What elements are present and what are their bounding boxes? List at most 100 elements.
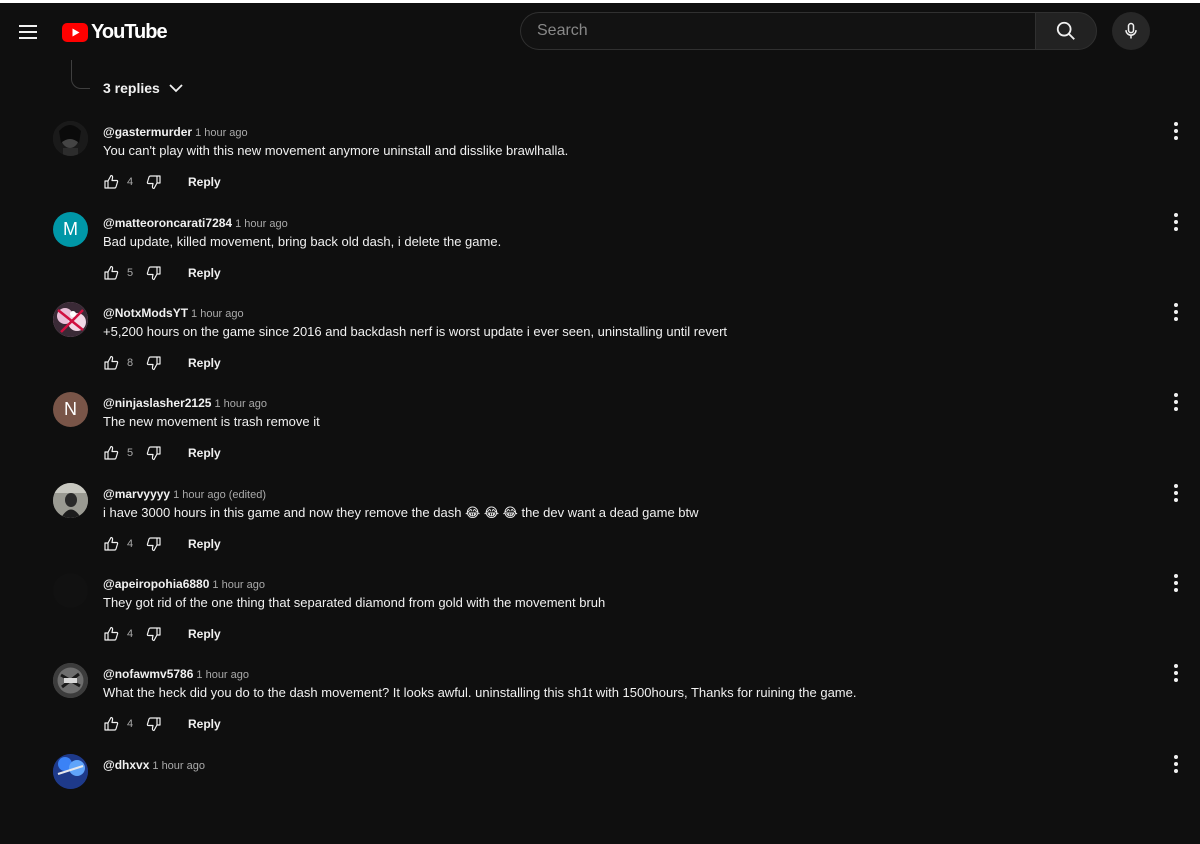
author-name[interactable]: @gastermurder xyxy=(103,125,192,139)
show-replies-button[interactable]: 3 replies xyxy=(103,80,184,96)
comment-header: @gastermurder 1 hour ago xyxy=(103,123,248,141)
like-button[interactable] xyxy=(103,174,119,190)
like-button[interactable] xyxy=(103,716,119,732)
comment-time[interactable]: 1 hour ago xyxy=(214,398,267,410)
reply-button[interactable]: Reply xyxy=(188,537,221,551)
reply-button[interactable]: Reply xyxy=(188,356,221,370)
more-vertical-icon xyxy=(1174,664,1178,682)
avatar[interactable] xyxy=(53,754,88,789)
author-name[interactable]: @marvyyyy xyxy=(103,487,170,501)
voice-search-button[interactable] xyxy=(1112,12,1150,50)
more-actions-button[interactable] xyxy=(1166,212,1186,232)
comment-header: @dhxvx 1 hour ago xyxy=(103,756,205,774)
more-vertical-icon xyxy=(1174,755,1178,773)
like-button[interactable] xyxy=(103,626,119,642)
avatar-image xyxy=(53,121,88,156)
thumbs-up-icon xyxy=(104,626,119,641)
like-count: 4 xyxy=(127,628,134,640)
dislike-button[interactable] xyxy=(146,536,162,552)
more-vertical-icon xyxy=(1174,574,1178,592)
reply-button[interactable]: Reply xyxy=(188,717,221,731)
avatar[interactable] xyxy=(53,302,88,337)
dislike-button[interactable] xyxy=(146,445,162,461)
author-name[interactable]: @apeiropohia6880 xyxy=(103,577,209,591)
thumbs-up-icon xyxy=(104,716,119,731)
avatar[interactable] xyxy=(53,483,88,518)
youtube-logo[interactable]: YouTube xyxy=(62,21,168,43)
microphone-icon xyxy=(1125,22,1137,39)
thumbs-down-icon xyxy=(146,446,161,461)
reply-button[interactable]: Reply xyxy=(188,266,221,280)
avatar[interactable] xyxy=(53,663,88,698)
like-button[interactable] xyxy=(103,536,119,552)
thumbs-down-icon xyxy=(146,175,161,190)
thumbs-up-icon xyxy=(104,445,119,460)
avatar[interactable] xyxy=(53,121,88,156)
comment-text: What the heck did you do to the dash mov… xyxy=(103,685,857,700)
more-actions-button[interactable] xyxy=(1166,483,1186,503)
like-button[interactable] xyxy=(103,445,119,461)
reply-button[interactable]: Reply xyxy=(188,446,221,460)
comment-text: They got rid of the one thing that separ… xyxy=(103,595,606,610)
more-vertical-icon xyxy=(1174,122,1178,140)
search-button[interactable] xyxy=(1035,12,1097,50)
more-actions-button[interactable] xyxy=(1166,302,1186,322)
more-actions-button[interactable] xyxy=(1166,573,1186,593)
reply-button[interactable]: Reply xyxy=(188,627,221,641)
more-actions-button[interactable] xyxy=(1166,663,1186,683)
more-actions-button[interactable] xyxy=(1166,754,1186,774)
comment-header: @ninjaslasher2125 1 hour ago xyxy=(103,394,267,412)
comment-text: You can't play with this new movement an… xyxy=(103,143,569,158)
comment: @apeiropohia6880 1 hour ago They got rid … xyxy=(0,573,1200,663)
author-name[interactable]: @nofawmv5786 xyxy=(103,667,193,681)
dislike-button[interactable] xyxy=(146,174,162,190)
thumbs-up-icon xyxy=(104,536,119,551)
comment-time[interactable]: 1 hour ago xyxy=(173,489,226,501)
author-name[interactable]: @NotxModsYT xyxy=(103,306,188,320)
hamburger-menu-icon[interactable] xyxy=(16,20,40,44)
comment-time[interactable]: 1 hour ago xyxy=(235,218,288,230)
comment-time[interactable]: 1 hour ago xyxy=(212,579,265,591)
avatar[interactable]: N xyxy=(53,392,88,427)
comment-time[interactable]: 1 hour ago xyxy=(195,127,248,139)
youtube-play-logo-icon xyxy=(62,22,88,42)
search-bar xyxy=(520,12,1097,50)
thumbs-down-icon xyxy=(146,266,161,281)
comment-time[interactable]: 1 hour ago xyxy=(152,760,205,772)
thumbs-down-icon xyxy=(146,627,161,642)
comment-actions: 5 Reply xyxy=(103,263,221,283)
like-button[interactable] xyxy=(103,265,119,281)
search-input[interactable] xyxy=(520,12,1035,50)
author-name[interactable]: @matteoroncarati7284 xyxy=(103,216,232,230)
more-actions-button[interactable] xyxy=(1166,121,1186,141)
avatar[interactable] xyxy=(53,573,88,608)
avatar-letter: M xyxy=(63,219,78,239)
like-count: 4 xyxy=(127,718,134,730)
like-count: 5 xyxy=(127,447,134,459)
author-name[interactable]: @ninjaslasher2125 xyxy=(103,396,211,410)
dislike-button[interactable] xyxy=(146,265,162,281)
comment-header: @nofawmv5786 1 hour ago xyxy=(103,665,249,683)
thumbs-up-icon xyxy=(104,355,119,370)
dislike-button[interactable] xyxy=(146,716,162,732)
comment-actions: 4 Reply xyxy=(103,534,221,554)
avatar[interactable]: M xyxy=(53,212,88,247)
reply-button[interactable]: Reply xyxy=(188,175,221,189)
comment: @NotxModsYT 1 hour ago +5,200 hours on th… xyxy=(0,302,1200,392)
avatar-letter: N xyxy=(64,399,77,419)
dislike-button[interactable] xyxy=(146,626,162,642)
dislike-button[interactable] xyxy=(146,355,162,371)
comment-time[interactable]: 1 hour ago xyxy=(191,308,244,320)
comment: @nofawmv5786 1 hour ago What the heck did… xyxy=(0,663,1200,753)
comment-header: @matteoroncarati7284 1 hour ago xyxy=(103,214,288,232)
comment-time[interactable]: 1 hour ago xyxy=(196,669,249,681)
comment-header: @apeiropohia6880 1 hour ago xyxy=(103,575,265,593)
more-actions-button[interactable] xyxy=(1166,392,1186,412)
thumbs-down-icon xyxy=(146,356,161,371)
like-button[interactable] xyxy=(103,355,119,371)
author-name[interactable]: @dhxvx xyxy=(103,758,149,772)
comment: @marvyyyy 1 hour ago (edited) i have 3000 … xyxy=(0,483,1200,573)
more-vertical-icon xyxy=(1174,303,1178,321)
comment-actions: 8 Reply xyxy=(103,353,221,373)
thumbs-up-icon xyxy=(104,174,119,189)
